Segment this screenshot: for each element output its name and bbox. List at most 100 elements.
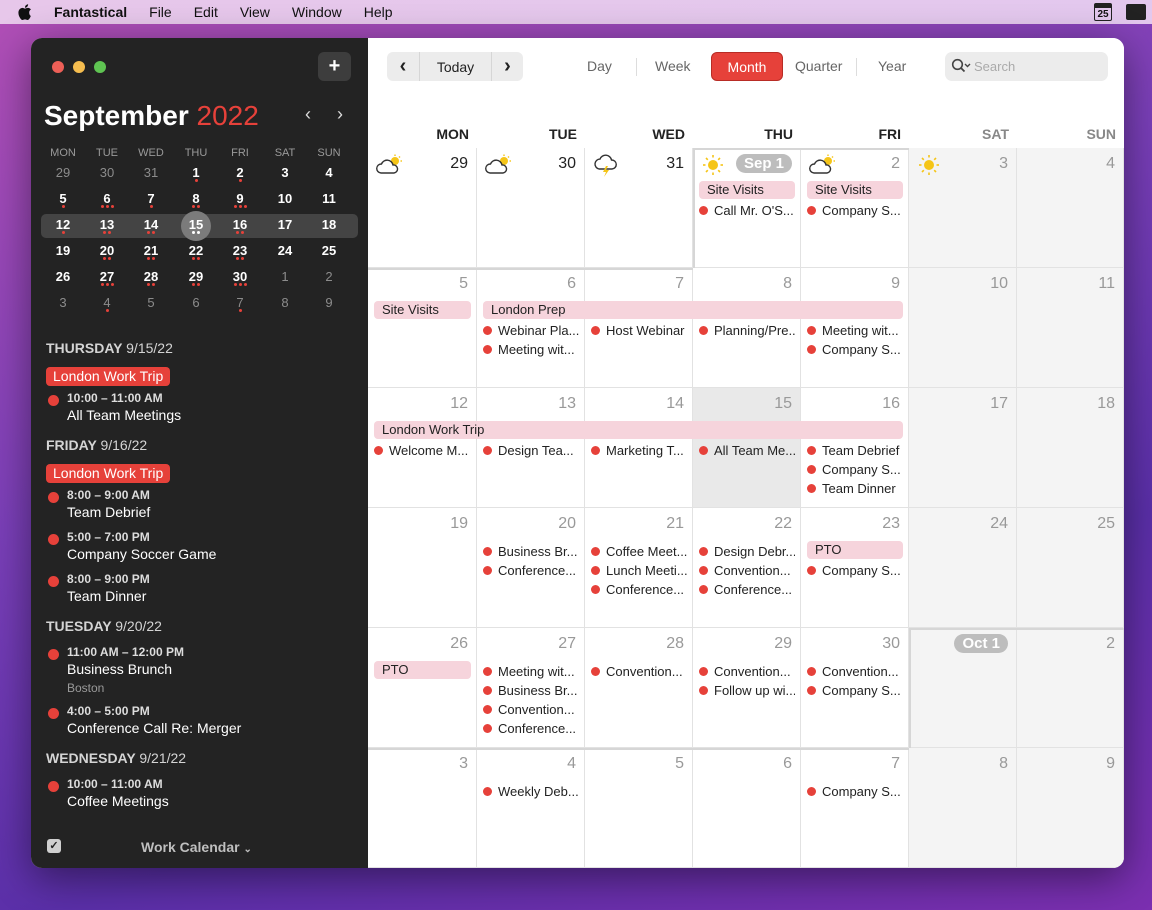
day-cell[interactable]: 3	[909, 148, 1017, 268]
day-cell[interactable]: 14 Marketing T...	[585, 388, 693, 508]
event-item[interactable]: Convention...	[483, 702, 579, 717]
event-item[interactable]: Call Mr. O'S...	[699, 203, 795, 218]
mini-day[interactable]: 18	[307, 217, 351, 232]
contact-card-icon[interactable]	[1126, 4, 1146, 20]
event-item[interactable]: Business Br...	[483, 683, 579, 698]
event-item[interactable]: Lunch Meeti...	[591, 563, 687, 578]
event-item[interactable]: Conference...	[591, 582, 687, 597]
day-cell[interactable]: 4 Weekly Deb...	[477, 748, 585, 868]
day-cell[interactable]: 19	[368, 508, 477, 628]
day-cell[interactable]: 10	[909, 268, 1017, 388]
day-cell[interactable]: 3	[368, 748, 477, 868]
all-day-event-bar[interactable]: Site Visits	[374, 301, 471, 319]
tab-week[interactable]: Week	[655, 58, 691, 74]
event-item[interactable]: Conference...	[483, 563, 579, 578]
day-cell[interactable]: 21 Coffee Meet... Lunch Meeti... Conference…	[585, 508, 693, 628]
agenda-event-title[interactable]: Team Debrief	[67, 504, 150, 520]
event-item[interactable]: Design Debr...	[699, 544, 795, 559]
agenda-allday-event[interactable]: London Work Trip	[46, 464, 171, 483]
all-day-event-bar[interactable]: PTO	[374, 661, 471, 679]
mini-day[interactable]: 19	[41, 243, 85, 258]
mini-day[interactable]: 20	[85, 243, 129, 258]
agenda-event-title[interactable]: Company Soccer Game	[67, 546, 216, 562]
day-cell[interactable]: 23 Company S...	[801, 508, 909, 628]
day-cell[interactable]: 15 All Team Me...	[693, 388, 801, 508]
menu-edit[interactable]: Edit	[194, 4, 218, 20]
day-cell[interactable]: 8 Planning/Pre...	[693, 268, 801, 388]
all-day-event-bar[interactable]: Site Visits	[807, 181, 903, 199]
mini-day[interactable]: 16	[218, 217, 262, 232]
agenda-event-time[interactable]: 11:00 AM – 12:00 PM	[67, 645, 184, 659]
event-item[interactable]: Company S...	[807, 683, 903, 698]
event-item[interactable]: Convention...	[807, 664, 903, 679]
event-item[interactable]: All Team Me...	[699, 443, 795, 458]
mini-day[interactable]: 7	[218, 295, 262, 310]
apple-icon[interactable]	[18, 4, 32, 20]
agenda-event-time[interactable]: 5:00 – 7:00 PM	[67, 530, 150, 544]
day-cell[interactable]: 25	[1017, 508, 1124, 628]
day-cell[interactable]: 20 Business Br... Conference...	[477, 508, 585, 628]
mini-day[interactable]: 1	[263, 269, 307, 284]
mini-day[interactable]: 17	[263, 217, 307, 232]
add-event-button[interactable]: +	[318, 52, 351, 81]
mini-day[interactable]: 27	[85, 269, 129, 284]
next-month-button[interactable]: ›	[491, 52, 523, 81]
mini-day[interactable]: 21	[129, 243, 173, 258]
mini-day[interactable]: 6	[85, 191, 129, 206]
day-cell[interactable]: 17	[909, 388, 1017, 508]
event-item[interactable]: Company S...	[807, 462, 903, 477]
mini-day[interactable]: 24	[263, 243, 307, 258]
agenda-event-time[interactable]: 10:00 – 11:00 AM	[67, 777, 163, 791]
mini-day[interactable]: 1	[174, 165, 218, 180]
agenda-event-time[interactable]: 8:00 – 9:00 AM	[67, 488, 150, 502]
day-cell[interactable]: 4	[1017, 148, 1124, 268]
event-item[interactable]: Weekly Deb...	[483, 784, 579, 799]
day-cell[interactable]: 29 Convention... Follow up wi...	[693, 628, 801, 748]
agenda-event-time[interactable]: 4:00 – 5:00 PM	[67, 704, 150, 718]
mini-day[interactable]: 2	[218, 165, 262, 180]
day-cell[interactable]: 31	[585, 148, 693, 268]
day-cell[interactable]: 11	[1017, 268, 1124, 388]
zoom-window-button[interactable]	[94, 61, 106, 73]
day-cell[interactable]: 29	[368, 148, 477, 268]
mini-day[interactable]: 5	[129, 295, 173, 310]
day-cell[interactable]: 22 Design Debr... Convention... Conference.…	[693, 508, 801, 628]
mini-day[interactable]: 11	[307, 191, 351, 206]
mini-day[interactable]: 3	[41, 295, 85, 310]
all-day-event-bar[interactable]: Site Visits	[699, 181, 795, 199]
mini-day[interactable]: 26	[41, 269, 85, 284]
day-cell[interactable]: 12 Welcome M...	[368, 388, 477, 508]
day-cell[interactable]: 18	[1017, 388, 1124, 508]
tab-quarter[interactable]: Quarter	[795, 58, 842, 74]
mini-day[interactable]: 10	[263, 191, 307, 206]
event-item[interactable]: Planning/Pre...	[699, 323, 795, 338]
day-cell[interactable]: 6	[693, 748, 801, 868]
day-cell[interactable]: 2 Company S...	[801, 148, 909, 268]
mini-day[interactable]: 23	[218, 243, 262, 258]
mini-prev-month-button[interactable]: ‹	[305, 104, 311, 125]
day-cell[interactable]: 28 Convention...	[585, 628, 693, 748]
mini-day[interactable]: 14	[129, 217, 173, 232]
event-item[interactable]: Convention...	[591, 664, 687, 679]
mini-day[interactable]: 2	[307, 269, 351, 284]
agenda-event-title[interactable]: Business Brunch	[67, 661, 172, 677]
menubar-calendar-icon[interactable]: 25	[1094, 3, 1112, 21]
event-item[interactable]: Welcome M...	[374, 443, 470, 458]
day-cell[interactable]: 9 Meeting wit... Company S...	[801, 268, 909, 388]
event-item[interactable]: Company S...	[807, 342, 903, 357]
event-item[interactable]: Company S...	[807, 784, 903, 799]
all-day-event-bar[interactable]: London Work Trip	[374, 421, 903, 439]
calendar-selector[interactable]: Work Calendar ⌄	[141, 839, 252, 855]
mini-next-month-button[interactable]: ›	[337, 104, 343, 125]
mini-day[interactable]: 5	[41, 191, 85, 206]
day-cell[interactable]: 5	[368, 268, 477, 388]
event-item[interactable]: Meeting wit...	[807, 323, 903, 338]
day-cell[interactable]: Oct 1	[909, 628, 1017, 748]
event-item[interactable]: Convention...	[699, 563, 795, 578]
day-cell[interactable]: 30	[477, 148, 585, 268]
event-item[interactable]: Meeting wit...	[483, 342, 579, 357]
close-window-button[interactable]	[52, 61, 64, 73]
mini-day[interactable]: 30	[85, 165, 129, 180]
tab-month[interactable]: Month	[711, 52, 783, 81]
mini-day[interactable]: 7	[129, 191, 173, 206]
